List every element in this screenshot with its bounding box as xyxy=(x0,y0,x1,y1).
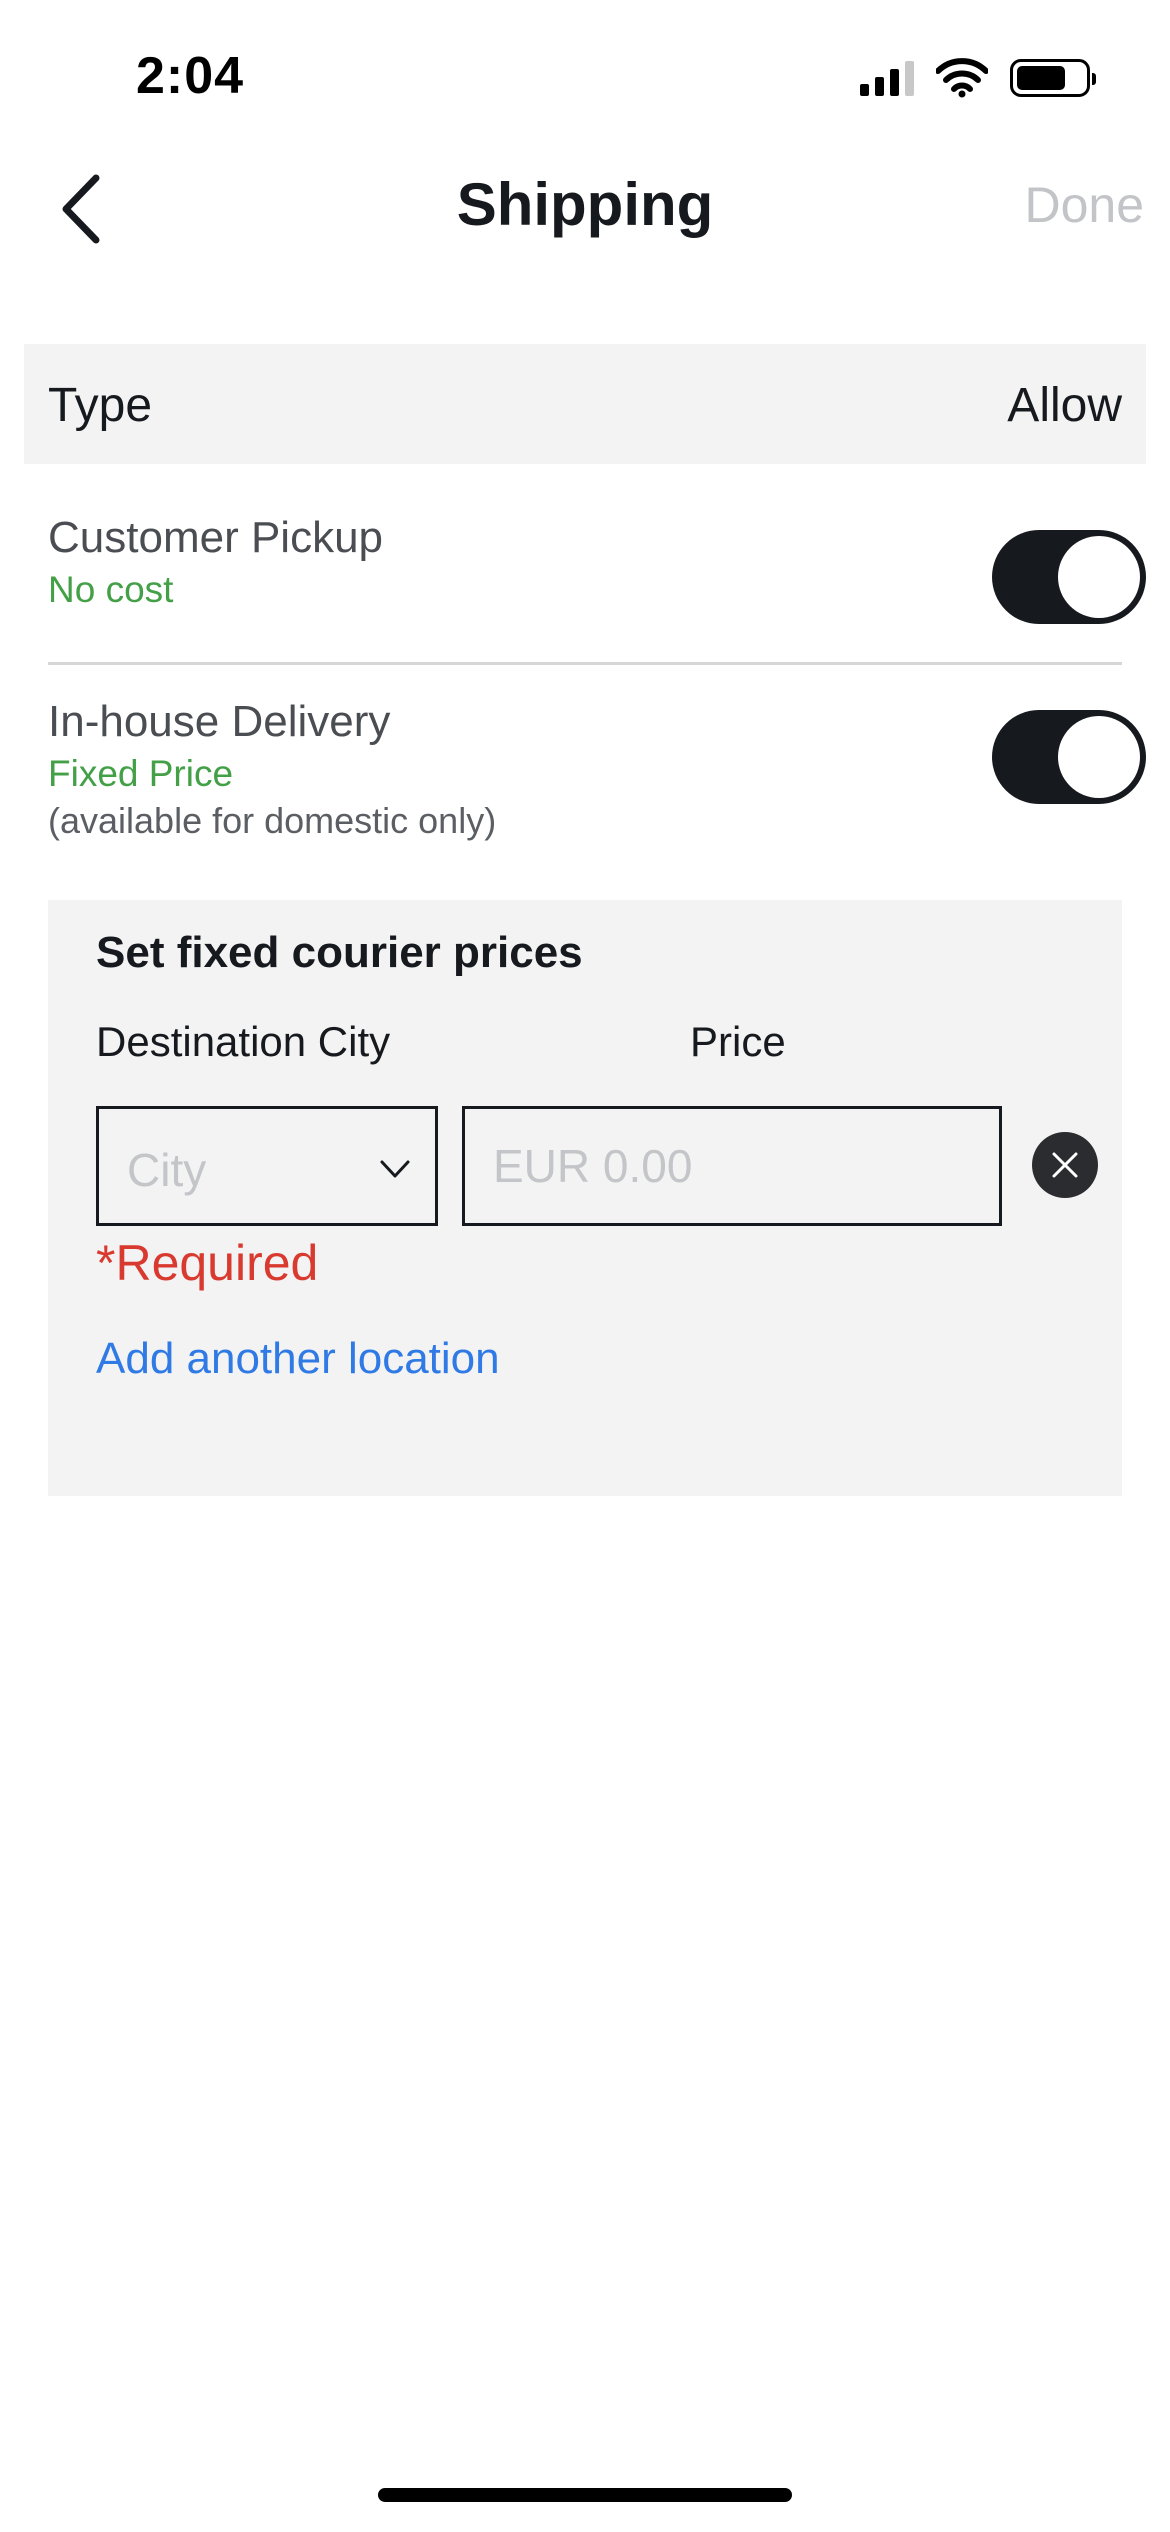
wifi-icon xyxy=(936,58,988,98)
in-house-delivery-toggle[interactable] xyxy=(992,710,1146,804)
page-title: Shipping xyxy=(456,171,714,238)
option-note: (available for domestic only) xyxy=(48,800,497,841)
cellular-signal-icon xyxy=(860,60,914,96)
close-icon xyxy=(1052,1152,1078,1178)
toggle-knob xyxy=(1058,716,1140,798)
allow-label: Allow xyxy=(1007,379,1122,432)
city-placeholder: City xyxy=(127,1144,207,1196)
chevron-down-icon xyxy=(380,1160,410,1178)
done-button[interactable]: Done xyxy=(1024,176,1144,234)
option-in-house-delivery: In-house Delivery Fixed Price (available… xyxy=(48,694,1122,844)
divider xyxy=(48,662,1122,665)
battery-icon xyxy=(1010,59,1096,97)
price-input[interactable] xyxy=(462,1106,1002,1226)
nav-bar: Shipping Done xyxy=(0,150,1170,270)
home-indicator xyxy=(378,2488,792,2502)
option-customer-pickup: Customer Pickup No cost xyxy=(48,510,1122,614)
toggle-knob xyxy=(1058,536,1140,618)
shipping-screen: 2:04 Shipping Done Type Allow Customer P… xyxy=(0,0,1170,2532)
option-title: Customer Pickup xyxy=(48,513,384,562)
status-time: 2:04 xyxy=(136,47,245,105)
price-header: Price xyxy=(690,1018,786,1065)
destination-city-header: Destination City xyxy=(96,1018,391,1065)
customer-pickup-toggle[interactable] xyxy=(992,530,1146,624)
option-subtitle: No cost xyxy=(48,569,174,610)
option-title: In-house Delivery xyxy=(48,697,391,746)
type-label: Type xyxy=(48,379,153,432)
status-bar: 2:04 xyxy=(0,0,1170,150)
option-subtitle: Fixed Price xyxy=(48,753,234,794)
city-select[interactable]: City xyxy=(96,1106,438,1226)
required-error: *Required xyxy=(96,1235,319,1291)
status-icons xyxy=(860,56,1096,100)
add-another-location-link[interactable]: Add another location xyxy=(96,1334,500,1384)
type-header: Type Allow xyxy=(24,344,1146,464)
remove-location-button[interactable] xyxy=(1032,1132,1098,1198)
panel-heading: Set fixed courier prices xyxy=(96,928,583,977)
courier-prices-panel: Set fixed courier prices Destination Cit… xyxy=(48,900,1122,1496)
